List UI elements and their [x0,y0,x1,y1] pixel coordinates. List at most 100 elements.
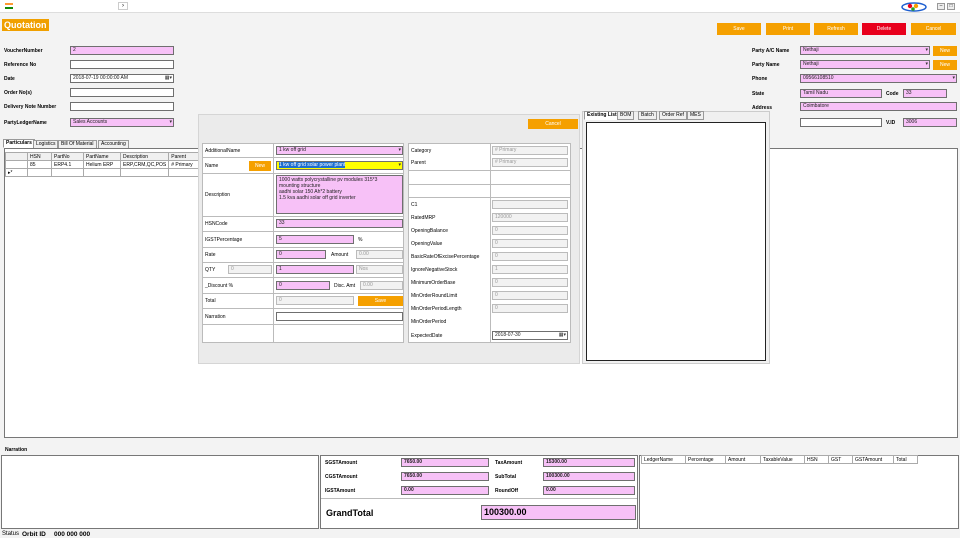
ledger-grid[interactable] [639,455,959,529]
status-label: Status [2,531,20,537]
tab-existing-list[interactable]: Existing List [584,111,620,120]
narration-section-label: Narration [5,447,28,453]
print-button[interactable]: Print [766,23,810,35]
opening-balance-label: OpeningBalance [411,228,448,234]
party-ac-new-button[interactable]: New [933,46,957,56]
party-ledger-select[interactable]: Sales Accounts ▾ [70,118,174,127]
column-header[interactable]: PartNo [51,152,84,161]
date-label: Date [4,76,15,82]
igst-amount-field: 0.00 [401,486,489,495]
date-field[interactable]: 2018-07-19 00:00:00 AM ▦▾ [70,74,174,83]
percent-sign: % [358,237,363,243]
ledger-column-header[interactable]: TaxableValue [760,455,805,464]
party-name-value: Nethaji [803,61,819,67]
category-field: # Primary [492,146,568,155]
tab-bom[interactable]: BOM [617,111,635,120]
chevron-down-icon: ▾ [925,61,928,67]
column-header[interactable]: HSN [27,152,52,161]
table-cell[interactable]: # Primary [168,160,201,169]
popup-cancel-button[interactable]: Cancel [528,119,578,129]
party-ac-label: Party A/C Name [752,48,790,54]
hsn-code-field[interactable]: 33 [276,219,403,228]
description-textarea[interactable]: 1000 watts polycrystalline pv modules 31… [276,175,403,214]
discount-field[interactable]: 0 [276,281,330,290]
minimum-order-base-label: MinimumOrderBase [411,280,456,286]
ledger-column-header[interactable]: HSN [804,455,829,464]
ignore-negative-stock-label: IgnoreNegativeStock [411,267,458,273]
order-no-field[interactable] [70,88,174,97]
parent-field: # Primary [492,158,568,167]
tax-amount-field: 15300.00 [543,458,635,467]
phone-label: Phone [752,76,768,82]
extra-field[interactable] [800,118,882,127]
tab-batch[interactable]: Batch [638,111,657,120]
amount-label: Amount [331,252,349,258]
save-button[interactable]: Save [717,23,761,35]
maximize-button[interactable]: □ [947,3,955,10]
ledger-column-header[interactable]: GSTAmount [852,455,894,464]
ignore-negative-stock-field: 1 [492,265,568,274]
tab-mes[interactable]: MES [687,111,704,120]
party-name-new-button[interactable]: New [933,60,957,70]
ledger-column-header[interactable]: Amount [725,455,761,464]
code-label: Code [886,91,899,97]
cancel-button[interactable]: Cancel [911,23,956,35]
address-field[interactable]: Coimbatore [800,102,957,111]
calendar-icon[interactable]: ▦▾ [559,332,566,339]
column-header[interactable]: PartName [83,152,121,161]
description-label: Description [205,192,231,198]
additional-name-select[interactable]: 1 kw off grid ▾ [276,146,403,155]
narration-textarea[interactable] [1,455,319,529]
name-label: Name [205,163,219,169]
expected-date-field[interactable]: 2018-07-30 ▦▾ [492,331,568,340]
party-ledger-label: PartyLedgerName [4,120,47,126]
phone-select[interactable]: 09566108510 ▾ [800,74,957,83]
qty-field[interactable]: 1 [276,265,354,274]
existing-list-box[interactable] [586,122,766,361]
code-field[interactable]: 33 [903,89,947,98]
tab-order-ref[interactable]: Order Ref [659,111,687,120]
discount-label: _Discount % [205,283,234,289]
name-select[interactable]: 1 kw off grid solar power plant ▾ [276,161,403,170]
rate-field[interactable]: 0 [276,250,326,259]
delete-button[interactable]: Delete [862,23,906,35]
state-field[interactable]: Tamil Nadu [800,89,882,98]
table-cell[interactable]: Helium ERP [83,160,121,169]
reference-no-field[interactable] [70,60,174,69]
min-order-round-limit-field: 0 [492,291,568,300]
page-title: Quotation [2,19,49,31]
new-row[interactable]: ▸* [5,168,210,177]
voucher-number-field[interactable]: 2 [70,46,174,55]
ledger-column-header[interactable]: Percentage [685,455,726,464]
vid-field[interactable]: 3006 [903,118,957,127]
ledger-column-header[interactable]: LedgerName [641,455,686,464]
igst-percentage-field[interactable]: 5 [276,235,354,244]
minimize-button[interactable]: – [937,3,945,10]
grid-header-row: HSN PartNo PartName Description Parent G [5,152,210,161]
tab-particulars[interactable]: Particulars [3,139,35,148]
opening-value-field: 0 [492,239,568,248]
subtotal-field: 100300.00 [543,472,635,481]
ledger-column-header[interactable]: GST [828,455,853,464]
refresh-button[interactable]: Refresh [814,23,858,35]
calendar-icon[interactable]: ▦▾ [165,75,172,82]
table-row[interactable]: 85 ERP4.1 Helium ERP ERP,CRM,QC,POS # Pr… [5,160,210,169]
igst-amount-label: IGSTAmount [325,488,356,494]
chevron-down-icon: ▾ [398,162,401,168]
name-new-button[interactable]: New [249,161,271,171]
table-cell[interactable]: ERP4.1 [51,160,84,169]
party-name-select[interactable]: Nethaji ▾ [800,60,930,69]
delivery-note-field[interactable] [70,102,174,111]
party-ac-select[interactable]: Nethaji ▾ [800,46,930,55]
column-header[interactable]: Parent [168,152,201,161]
amount-field: 0.00 [356,250,403,259]
table-cell[interactable]: ERP,CRM,QC,POS [119,160,170,169]
popup-save-button[interactable]: Save [358,296,403,306]
table-cell[interactable]: 85 [27,160,52,169]
ledger-column-header[interactable]: Total [893,455,918,464]
opening-balance-field: 0 [492,226,568,235]
column-header[interactable]: Description [119,152,170,161]
subtotal-label: SubTotal [495,474,517,480]
nav-arrow-button[interactable]: › [118,2,128,10]
narration-field[interactable] [276,312,403,321]
